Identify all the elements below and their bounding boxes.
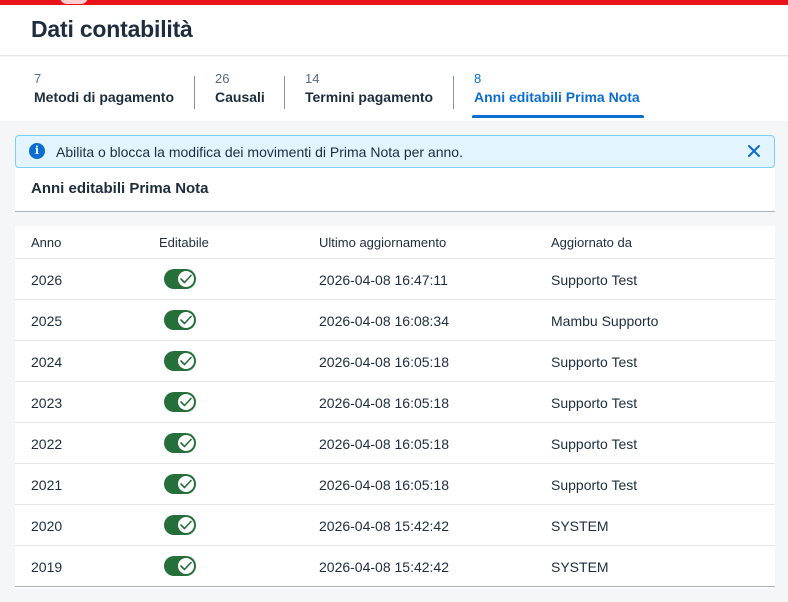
tab-separator bbox=[194, 76, 195, 109]
cell-aggiornato-da: Supporto Test bbox=[551, 436, 638, 452]
table-row: 2025 2026-04-08 16:08:34 Mambu Supporto bbox=[15, 300, 775, 341]
editable-toggle[interactable] bbox=[164, 433, 196, 453]
panel-title: Anni editabili Prima Nota bbox=[31, 180, 209, 197]
column-header-ultimo-aggiornamento[interactable]: Ultimo aggiornamento bbox=[319, 235, 446, 250]
cell-aggiornato-da: SYSTEM bbox=[551, 518, 609, 534]
cell-ultimo-aggiornamento: 2026-04-08 16:05:18 bbox=[319, 436, 449, 452]
tab-count: 7 bbox=[34, 71, 42, 86]
cell-aggiornato-da: SYSTEM bbox=[551, 559, 609, 575]
tab-label: Termini pagamento bbox=[305, 89, 434, 105]
page-header: Dati contabilità bbox=[0, 5, 788, 56]
cell-aggiornato-da: Supporto Test bbox=[551, 272, 638, 288]
table-row: 2024 2026-04-08 16:05:18 Supporto Test bbox=[15, 341, 775, 382]
cell-ultimo-aggiornamento: 2026-04-08 16:05:18 bbox=[319, 395, 449, 411]
column-header-anno[interactable]: Anno bbox=[31, 235, 61, 250]
tab-anni-editabili[interactable]: 8 Anni editabili Prima Nota bbox=[472, 57, 644, 118]
tab-label: Metodi di pagamento bbox=[34, 89, 174, 105]
info-message-text: Abilita o blocca la modifica dei movimen… bbox=[56, 144, 463, 160]
table-row: 2022 2026-04-08 16:05:18 Supporto Test bbox=[15, 423, 775, 464]
editable-toggle[interactable] bbox=[164, 310, 196, 330]
page-title: Dati contabilità bbox=[31, 16, 193, 42]
cell-anno: 2020 bbox=[31, 518, 63, 534]
tab-count: 8 bbox=[474, 71, 482, 86]
close-button[interactable] bbox=[744, 141, 764, 161]
column-header-aggiornato-da[interactable]: Aggiornato da bbox=[551, 235, 632, 250]
spacer bbox=[15, 212, 775, 226]
tab-separator bbox=[453, 76, 454, 109]
tab-bar: 7 Metodi di pagamento 26 Causali 14 Term… bbox=[0, 57, 788, 121]
cell-anno: 2022 bbox=[31, 436, 63, 452]
cell-aggiornato-da: Supporto Test bbox=[551, 354, 638, 370]
cell-ultimo-aggiornamento: 2026-04-08 15:42:42 bbox=[319, 518, 449, 534]
tab-count: 14 bbox=[305, 71, 320, 86]
close-icon bbox=[748, 145, 760, 157]
tab-label: Causali bbox=[215, 89, 265, 105]
editable-toggle[interactable] bbox=[164, 474, 196, 494]
tab-separator bbox=[284, 76, 285, 109]
editable-toggle[interactable] bbox=[164, 392, 196, 412]
check-icon bbox=[180, 397, 192, 407]
check-icon bbox=[180, 315, 192, 325]
editable-toggle[interactable] bbox=[164, 556, 196, 576]
check-icon bbox=[180, 274, 192, 284]
cell-anno: 2019 bbox=[31, 559, 63, 575]
cell-ultimo-aggiornamento: 2026-04-08 15:42:42 bbox=[319, 559, 449, 575]
anni-editabili-panel: Anni editabili Prima Nota Anno Editabile… bbox=[15, 168, 775, 588]
cell-ultimo-aggiornamento: 2026-04-08 16:05:18 bbox=[319, 477, 449, 493]
cell-ultimo-aggiornamento: 2026-04-08 16:05:18 bbox=[319, 354, 449, 370]
table-header: Anno Editabile Ultimo aggiornamento Aggi… bbox=[15, 226, 775, 259]
editable-toggle[interactable] bbox=[164, 515, 196, 535]
info-message-strip: i Abilita o blocca la modifica dei movim… bbox=[15, 135, 775, 168]
table-row: 2023 2026-04-08 16:05:18 Supporto Test bbox=[15, 382, 775, 423]
logo-fragment bbox=[60, 0, 88, 4]
cell-anno: 2021 bbox=[31, 477, 63, 493]
tab-label: Anni editabili Prima Nota bbox=[474, 89, 640, 105]
check-icon bbox=[180, 438, 192, 448]
cell-anno: 2026 bbox=[31, 272, 63, 288]
check-icon bbox=[180, 520, 192, 530]
cell-anno: 2025 bbox=[31, 313, 63, 329]
anni-table: Anno Editabile Ultimo aggiornamento Aggi… bbox=[15, 226, 775, 587]
check-icon bbox=[180, 561, 192, 571]
active-tab-indicator bbox=[472, 115, 644, 118]
check-icon bbox=[180, 356, 192, 366]
cell-ultimo-aggiornamento: 2026-04-08 16:47:11 bbox=[319, 272, 448, 288]
check-icon bbox=[180, 479, 192, 489]
cell-aggiornato-da: Supporto Test bbox=[551, 477, 638, 493]
cell-ultimo-aggiornamento: 2026-04-08 16:08:34 bbox=[319, 313, 449, 329]
table-row: 2019 2026-04-08 15:42:42 SYSTEM bbox=[15, 546, 775, 587]
cell-anno: 2023 bbox=[31, 395, 63, 411]
table-row: 2020 2026-04-08 15:42:42 SYSTEM bbox=[15, 505, 775, 546]
info-icon: i bbox=[29, 143, 45, 159]
table-row: 2026 2026-04-08 16:47:11 Supporto Test bbox=[15, 259, 775, 300]
cell-aggiornato-da: Mambu Supporto bbox=[551, 313, 659, 329]
cell-anno: 2024 bbox=[31, 354, 63, 370]
cell-aggiornato-da: Supporto Test bbox=[551, 395, 638, 411]
column-header-editabile[interactable]: Editabile bbox=[159, 235, 209, 250]
editable-toggle[interactable] bbox=[164, 269, 196, 289]
editable-toggle[interactable] bbox=[164, 351, 196, 371]
tab-count: 26 bbox=[215, 71, 230, 86]
table-row: 2021 2026-04-08 16:05:18 Supporto Test bbox=[15, 464, 775, 505]
